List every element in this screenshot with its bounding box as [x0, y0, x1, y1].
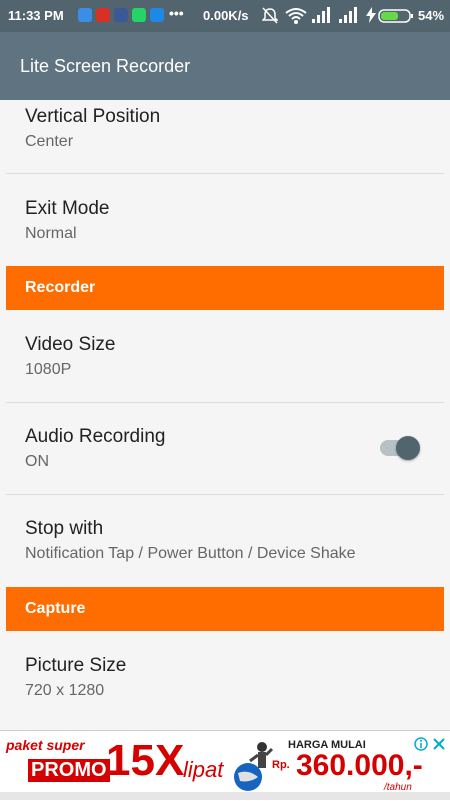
section-title: Recorder: [25, 279, 96, 296]
setting-title: Vertical Position: [25, 106, 161, 127]
setting-title: Video Size: [25, 334, 116, 355]
setting-title: Audio Recording: [25, 426, 166, 447]
video-size-setting[interactable]: Video Size 1080P: [0, 310, 450, 402]
section-title: Capture: [25, 600, 86, 617]
signal-icon-2: [339, 7, 357, 23]
ad-text-price: 360.000,-: [296, 749, 423, 782]
wifi-icon: [285, 8, 307, 24]
section-header-capture: Capture: [6, 587, 444, 631]
ad-bottom-strip: [0, 792, 450, 800]
picture-size-setting[interactable]: Picture Size 720 x 1280: [0, 631, 450, 722]
facebook-icon: [114, 8, 128, 22]
vertical-position-setting[interactable]: Vertical Position Center: [0, 100, 450, 173]
ad-info-icon[interactable]: [414, 737, 428, 751]
setting-title: Stop with: [25, 518, 104, 539]
setting-summary: Notification Tap / Power Button / Device…: [25, 545, 356, 562]
setting-summary: Center: [25, 133, 74, 150]
setting-summary: 1080P: [25, 361, 72, 378]
bbm-icon: [78, 8, 92, 22]
setting-summary: Normal: [25, 225, 77, 242]
audio-recording-setting[interactable]: Audio Recording ON: [0, 403, 450, 494]
ad-close-icon[interactable]: [432, 737, 446, 751]
settings-list[interactable]: Vertical Position Center Exit Mode Norma…: [0, 100, 450, 722]
ad-banner[interactable]: paket super PROMO 15X lipat HARGA MULAI …: [0, 730, 450, 801]
app-title: Lite Screen Recorder: [20, 56, 191, 76]
battery-icon: [378, 9, 413, 23]
exit-mode-setting[interactable]: Exit Mode Normal: [0, 174, 450, 266]
whatsapp-icon: [132, 8, 146, 22]
network-speed: 0.00K/s: [203, 8, 249, 23]
bell-off-icon: [262, 7, 278, 24]
mail-icon: [96, 8, 110, 22]
charging-icon: [366, 7, 376, 23]
app-bar: Lite Screen Recorder: [0, 32, 450, 100]
setting-title: Picture Size: [25, 655, 127, 676]
section-header-recorder: Recorder: [6, 266, 444, 310]
status-time: 11:33 PM: [8, 8, 64, 23]
setting-title: Exit Mode: [25, 198, 110, 219]
ad-text-promo: PROMO: [28, 759, 110, 782]
signal-icon-1: [312, 7, 330, 23]
ad-text-rp: Rp.: [272, 759, 290, 771]
stop-with-setting[interactable]: Stop with Notification Tap / Power Butto…: [0, 495, 450, 587]
messenger-icon: [150, 8, 164, 22]
ad-globe-figure-icon: [234, 742, 274, 791]
more-icon: •••: [169, 5, 184, 21]
audio-toggle-thumb[interactable]: [396, 436, 420, 460]
setting-summary: 720 x 1280: [25, 682, 105, 699]
setting-summary: ON: [25, 453, 49, 470]
ad-text-15x: 15X: [106, 736, 185, 785]
battery-percent: 54%: [418, 8, 445, 23]
ad-text-lipat: lipat: [183, 757, 224, 782]
status-bar: 11:33 PM ••• 0.00K/s 54%: [0, 0, 450, 32]
ad-text-paket: paket super: [6, 737, 85, 753]
